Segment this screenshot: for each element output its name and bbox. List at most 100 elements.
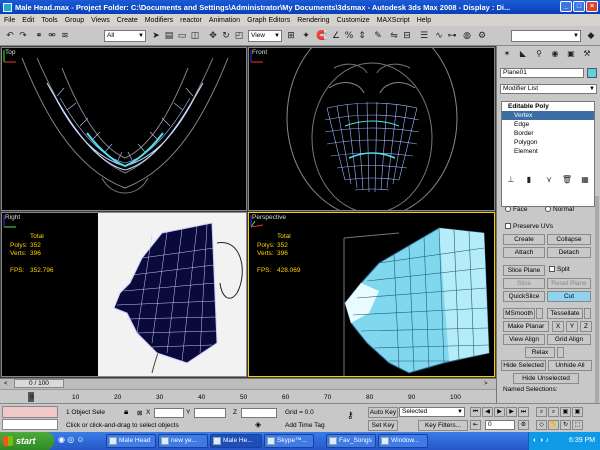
curve-editor-icon[interactable]: ∿	[433, 30, 445, 42]
x-coordinate-field[interactable]	[154, 408, 184, 418]
previous-key-icon[interactable]: ◀	[482, 407, 493, 417]
zoom-extents-all-icon[interactable]: ▣	[572, 407, 583, 417]
quickslice-button[interactable]: QuickSlice	[503, 291, 545, 302]
stack-item-polygon[interactable]: Polygon	[502, 138, 594, 147]
motion-tab-icon[interactable]: ◉	[549, 48, 561, 60]
maxscript-listener[interactable]	[2, 406, 58, 418]
taskbar-item[interactable]: Fav_Songs	[326, 434, 376, 448]
zoom-icon[interactable]: ⌕	[536, 407, 547, 417]
menu-tools[interactable]: Tools	[41, 17, 57, 24]
select-and-scale-icon[interactable]: ◰	[233, 30, 245, 42]
mirror-icon[interactable]: ⇋	[388, 30, 400, 42]
stack-item-border[interactable]: Border	[502, 129, 594, 138]
spinner-snap-icon[interactable]: ⇕	[356, 30, 368, 42]
taskbar-item-active[interactable]: Male He...	[210, 434, 262, 448]
configure-modifier-sets-icon[interactable]: ▦	[579, 174, 591, 186]
select-object-icon[interactable]: ➤	[150, 30, 162, 42]
stack-item-editable-poly[interactable]: Editable Poly	[502, 102, 594, 111]
tessellate-settings-button[interactable]	[584, 308, 591, 319]
field-of-view-icon[interactable]: ◇	[536, 420, 547, 430]
face-radio[interactable]: Face	[505, 206, 527, 213]
select-by-name-icon[interactable]: ▤	[163, 30, 175, 42]
next-frame-icon[interactable]: >	[484, 380, 492, 388]
zoom-all-icon[interactable]: ⌕	[548, 407, 559, 417]
layer-manager-icon[interactable]: ☰	[418, 30, 430, 42]
menu-views[interactable]: Views	[91, 17, 110, 24]
arc-rotate-icon[interactable]: ↻	[560, 420, 571, 430]
detach-button[interactable]: Detach	[547, 247, 591, 258]
play-icon[interactable]: ▶	[494, 407, 505, 417]
tessellate-button[interactable]: Tessellate	[547, 308, 583, 319]
select-and-rotate-icon[interactable]: ↻	[220, 30, 232, 42]
bind-space-warp-icon[interactable]: ≋	[59, 30, 71, 42]
menu-animation[interactable]: Animation	[209, 17, 240, 24]
make-planar-button[interactable]: Make Planar	[503, 321, 549, 332]
modifier-list-dropdown[interactable]: Modifier List ▼	[500, 84, 597, 94]
grid-align-button[interactable]: Grid Align	[547, 334, 591, 345]
panel-scrollbar[interactable]	[595, 196, 599, 416]
key-icon[interactable]: ⚷	[347, 410, 354, 421]
create-button[interactable]: Create	[503, 234, 545, 245]
set-key-button[interactable]: Set Key	[368, 420, 398, 431]
link-icon[interactable]: ⚭	[33, 30, 45, 42]
reset-plane-button[interactable]: Reset Plane	[547, 278, 591, 289]
material-editor-icon[interactable]: ◍	[461, 30, 473, 42]
next-key-icon[interactable]: ▶	[506, 407, 517, 417]
stack-item-element[interactable]: Element	[502, 147, 594, 156]
split-checkbox[interactable]: Split	[549, 266, 570, 273]
viewport-right[interactable]: Right Total Polys: 352 Verts: 396 FPS: 352.…	[1, 212, 247, 377]
close-button[interactable]: ×	[586, 1, 598, 12]
time-slider-thumb[interactable]: 0 / 100	[14, 379, 64, 388]
render-setup-icon[interactable]: ⚙	[476, 30, 488, 42]
maxscript-input[interactable]	[2, 419, 58, 430]
msmooth-button[interactable]: MSmooth	[503, 308, 535, 319]
viewport-front[interactable]: Front	[248, 47, 495, 211]
lock-selection-icon[interactable]: 🔒︎	[124, 407, 128, 417]
unhide-all-button[interactable]: Unhide All	[548, 360, 592, 371]
go-to-end-icon[interactable]: ⏭	[518, 407, 529, 417]
make-unique-icon[interactable]: ⋎	[543, 174, 555, 186]
menu-modifiers[interactable]: Modifiers	[145, 17, 173, 24]
slice-plane-button[interactable]: Slice Plane	[503, 265, 545, 276]
menu-maxscript[interactable]: MAXScript	[377, 17, 410, 24]
menu-graph-editors[interactable]: Graph Editors	[247, 17, 290, 24]
previous-frame-icon[interactable]: <	[4, 380, 12, 388]
planarize-z-button[interactable]: Z	[580, 321, 592, 332]
stack-item-edge[interactable]: Edge	[502, 120, 594, 129]
remove-modifier-icon[interactable]: 🗑	[561, 174, 573, 186]
taskbar-item[interactable]: Skype™...	[264, 434, 314, 448]
menu-edit[interactable]: Edit	[22, 17, 34, 24]
absolute-mode-icon[interactable]: ⊠	[137, 409, 142, 417]
object-color-swatch[interactable]	[587, 68, 597, 78]
taskbar-item[interactable]: new ye...	[158, 434, 208, 448]
preserve-uvs-checkbox[interactable]: Preserve UVs	[505, 223, 553, 230]
reference-coordinate-dropdown[interactable]: View ▼	[248, 30, 282, 42]
rectangular-selection-icon[interactable]: ▭	[176, 30, 188, 42]
key-filters-button[interactable]: Key Filters...	[418, 420, 468, 431]
viewport-top[interactable]: Top	[1, 47, 247, 211]
menu-file[interactable]: File	[4, 17, 15, 24]
z-coordinate-field[interactable]	[241, 408, 277, 418]
menu-reactor[interactable]: reactor	[180, 17, 202, 24]
current-frame-field[interactable]: 0	[485, 420, 515, 430]
relax-settings-button[interactable]	[557, 347, 564, 358]
tray-icons[interactable]: ◐ ◑ ♪	[533, 432, 549, 450]
track-bar[interactable]: 0 10 20 30 40 50 60 70 80 90 100	[0, 389, 496, 403]
select-and-manipulate-icon[interactable]: ✦	[300, 30, 312, 42]
pin-stack-icon[interactable]: ⊥	[505, 174, 517, 186]
quick-render-icon[interactable]: ◆	[585, 30, 597, 42]
planarize-y-button[interactable]: Y	[566, 321, 578, 332]
start-button[interactable]: start	[0, 432, 54, 450]
hierarchy-tab-icon[interactable]: ⚲	[533, 48, 545, 60]
display-tab-icon[interactable]: ▣	[565, 48, 577, 60]
attach-button[interactable]: Attach	[503, 247, 545, 258]
planarize-x-button[interactable]: X	[552, 321, 564, 332]
object-name-field[interactable]: Plane01	[500, 68, 584, 78]
auto-key-button[interactable]: Auto Key	[368, 407, 398, 418]
undo-icon[interactable]: ↶	[4, 30, 16, 42]
unlink-icon[interactable]: ⚮	[46, 30, 58, 42]
hide-unselected-button[interactable]: Hide Unselected	[513, 373, 579, 384]
pivot-point-icon[interactable]: ⊞	[285, 30, 297, 42]
go-to-start-icon[interactable]: ⏮	[470, 407, 481, 417]
snaps-toggle-icon[interactable]: 🧲	[316, 30, 328, 42]
